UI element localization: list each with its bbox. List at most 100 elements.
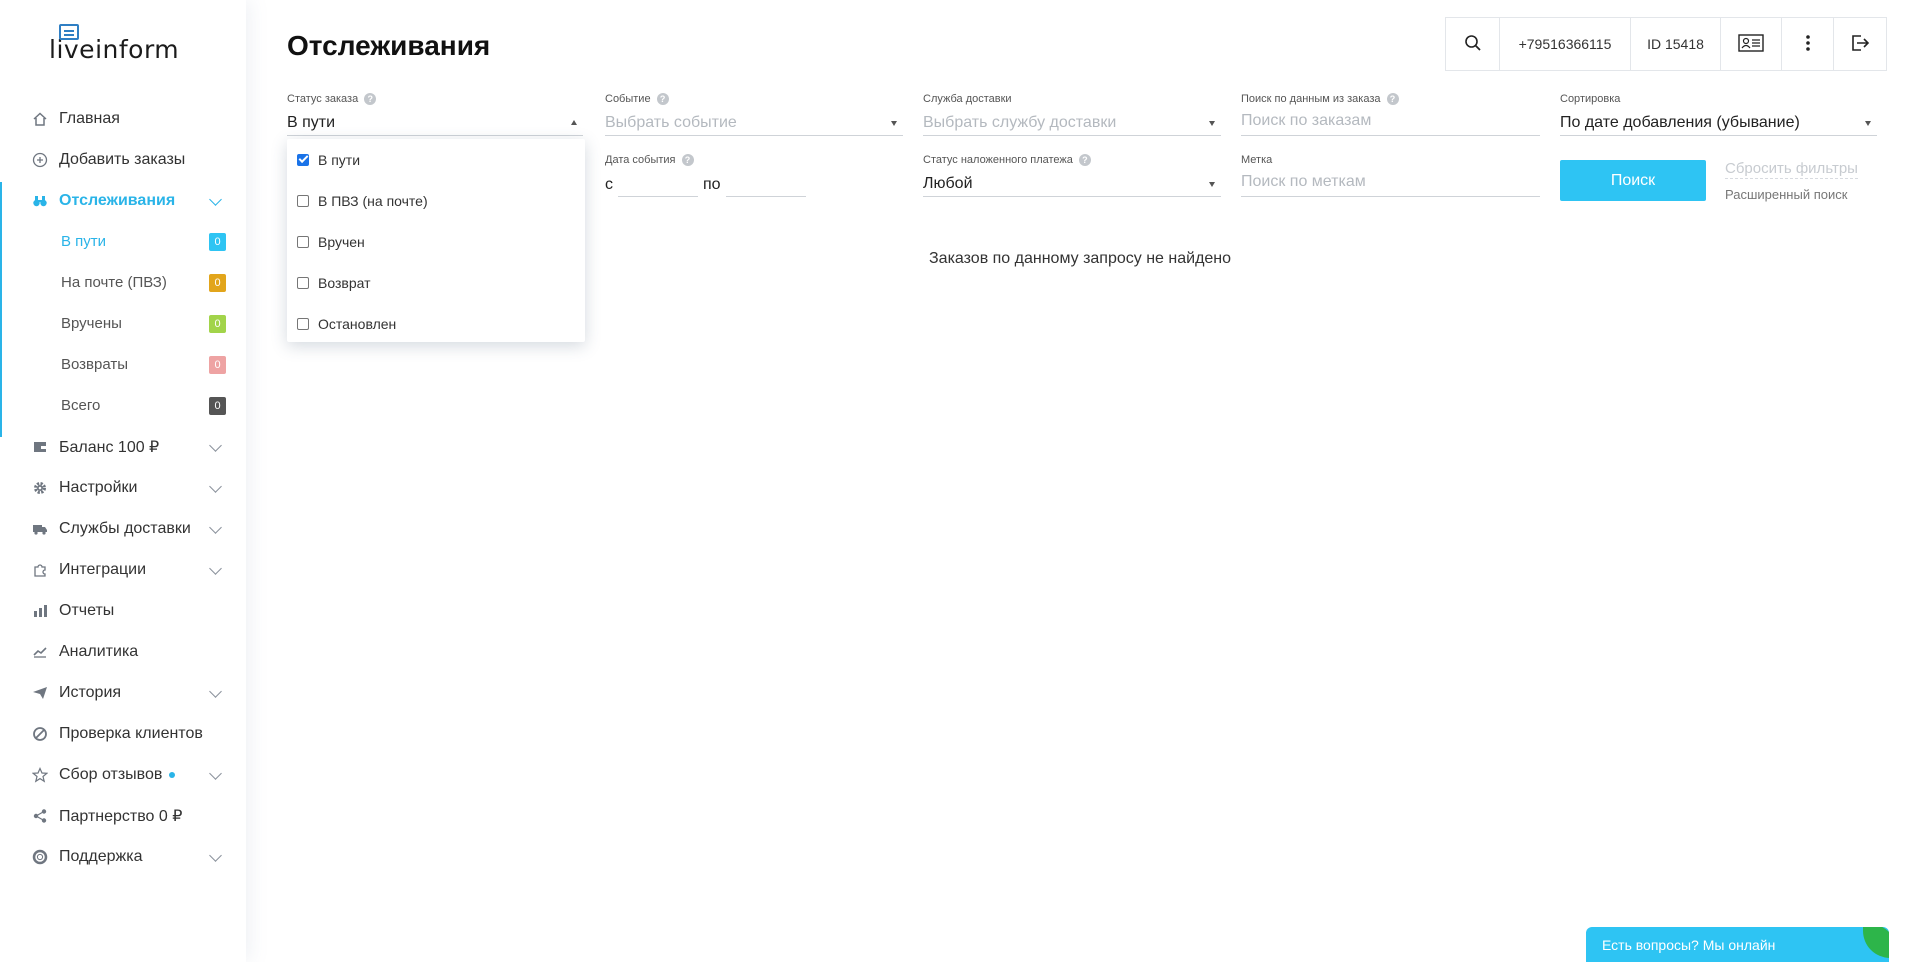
delivery-service-filter: Служба доставки Выбрать службу доставки [923, 92, 1221, 136]
account-id[interactable]: ID 15418 [1631, 18, 1721, 70]
top-toolbar: +79516366115 ID 15418 [1445, 17, 1887, 71]
date-from-input[interactable] [618, 173, 698, 197]
sidebar-item-label: Интеграции [59, 560, 147, 578]
caret-up-icon [571, 120, 577, 125]
checkbox[interactable] [297, 194, 309, 207]
field-label: Служба доставки [923, 92, 1221, 106]
cod-status-value: Любой [923, 175, 973, 192]
status-option-at-pickup[interactable]: В ПВЗ (на почте) [287, 180, 585, 221]
search-button[interactable] [1446, 18, 1500, 70]
event-label: Событие [605, 93, 651, 105]
event-filter: Событие ? Выбрать событие [605, 92, 903, 136]
sidebar-item-analytics[interactable]: Аналитика [0, 631, 246, 672]
plus-circle-icon [31, 151, 49, 169]
chevron-down-icon [209, 193, 222, 206]
ban-icon [31, 725, 49, 743]
field-label: Метка [1241, 153, 1540, 167]
date-range: с по [605, 173, 903, 197]
more-options-button[interactable] [1782, 18, 1834, 70]
help-icon[interactable]: ? [681, 154, 694, 166]
date-to-label: по [703, 176, 721, 193]
checkbox[interactable] [297, 317, 309, 330]
sidebar-item-add-orders[interactable]: Добавить заказы [0, 139, 246, 180]
sidebar-item-label: Отслеживания [59, 191, 176, 209]
count-badge: 0 [209, 315, 226, 333]
date-from-label: с [605, 176, 613, 193]
subitem-label: В пути [61, 233, 107, 250]
caret-down-icon [1865, 121, 1871, 126]
sidebar-item-client-check[interactable]: Проверка клиентов [0, 713, 246, 754]
order-search-filter: Поиск по данным из заказа ? Поиск по зак… [1241, 92, 1540, 136]
sidebar-item-label: Настройки [59, 478, 138, 496]
order-status-filter: Статус заказа ? В пути [287, 92, 583, 136]
status-option-delivered[interactable]: Вручен [287, 221, 585, 262]
sidebar-item-label: История [59, 683, 122, 701]
sidebar-item-settings[interactable]: Настройки [0, 467, 246, 508]
sidebar-item-label: Проверка клиентов [59, 724, 203, 742]
sidebar-subitem-at-post[interactable]: На почте (ПВЗ) 0 [0, 262, 246, 303]
status-option-returned[interactable]: Возврат [287, 262, 585, 303]
help-icon[interactable]: ? [364, 93, 377, 105]
order-status-select[interactable]: В пути [287, 112, 583, 136]
field-label: Событие ? [605, 92, 903, 106]
sidebar: liveinform Главная Добавить заказы Отсле… [0, 0, 246, 962]
sidebar-item-reviews[interactable]: Сбор отзывов [0, 754, 246, 795]
cod-status-select[interactable]: Любой [923, 173, 1221, 197]
count-badge: 0 [209, 356, 226, 374]
logo-icon [59, 24, 79, 40]
binoculars-icon [31, 192, 49, 210]
share-icon [31, 807, 49, 825]
status-option-stopped[interactable]: Остановлен [287, 303, 585, 344]
search-icon [1464, 34, 1482, 55]
sidebar-item-partnership[interactable]: Партнерство 0 ₽ [0, 795, 246, 836]
sidebar-subitem-returns[interactable]: Возвраты 0 [0, 344, 246, 385]
sidebar-item-label: Главная [59, 109, 120, 127]
checkbox[interactable] [297, 235, 309, 248]
phone-number[interactable]: +79516366115 [1500, 18, 1631, 70]
empty-results-message: Заказов по данному запросу не найдено [929, 250, 1232, 267]
checkbox-checked[interactable] [297, 153, 309, 166]
date-to-input[interactable] [725, 173, 806, 197]
id-card-icon [1738, 33, 1764, 55]
count-badge: 0 [209, 397, 226, 415]
logo[interactable]: liveinform [49, 24, 179, 64]
advanced-search-link[interactable]: Расширенный поиск [1725, 187, 1847, 202]
chevron-down-icon [209, 439, 222, 452]
field-label: Статус наложенного платежа ? [923, 153, 1221, 167]
profile-card-button[interactable] [1721, 18, 1782, 70]
event-select[interactable]: Выбрать событие [605, 112, 903, 136]
checkbox[interactable] [297, 276, 309, 289]
reset-filters-link[interactable]: Сбросить фильтры [1725, 160, 1858, 179]
sidebar-item-delivery-services[interactable]: Службы доставки [0, 508, 246, 549]
tag-search-input[interactable]: Поиск по меткам [1241, 173, 1540, 197]
sorting-select[interactable]: По дате добавления (убывание) [1560, 112, 1877, 136]
sidebar-subitem-delivered[interactable]: Вручены 0 [0, 303, 246, 344]
sidebar-item-history[interactable]: История [0, 672, 246, 713]
status-option-in-transit[interactable]: В пути [287, 139, 585, 180]
paper-plane-icon [31, 684, 49, 702]
notification-dot [169, 771, 176, 778]
sidebar-item-reports[interactable]: Отчеты [0, 590, 246, 631]
online-chat-widget[interactable]: Есть вопросы? Мы онлайн [1586, 927, 1889, 962]
chevron-down-icon [209, 480, 222, 493]
sidebar-subitem-total[interactable]: Всего 0 [0, 385, 246, 426]
order-search-input[interactable]: Поиск по заказам [1241, 112, 1540, 136]
search-submit-button[interactable]: Поиск [1560, 160, 1706, 201]
caret-down-icon [891, 121, 897, 126]
sidebar-item-balance[interactable]: Баланс 100 ₽ [0, 426, 246, 467]
option-label: Вручен [318, 233, 365, 250]
help-icon[interactable]: ? [1078, 154, 1091, 166]
logout-button[interactable] [1834, 18, 1886, 70]
help-icon[interactable]: ? [1386, 93, 1399, 105]
field-label: Статус заказа ? [287, 92, 583, 106]
sidebar-item-support[interactable]: Поддержка [0, 836, 246, 877]
field-label: Дата события ? [605, 153, 903, 167]
sidebar-subitem-in-transit[interactable]: В пути 0 [0, 221, 246, 262]
delivery-service-select[interactable]: Выбрать службу доставки [923, 112, 1221, 136]
sidebar-item-home[interactable]: Главная [0, 98, 246, 139]
sidebar-item-integrations[interactable]: Интеграции [0, 549, 246, 590]
sorting-value: По дате добавления (убывание) [1560, 114, 1800, 131]
help-icon[interactable]: ? [656, 93, 669, 105]
sidebar-item-tracking[interactable]: Отслеживания [0, 180, 246, 221]
chevron-down-icon [209, 521, 222, 534]
